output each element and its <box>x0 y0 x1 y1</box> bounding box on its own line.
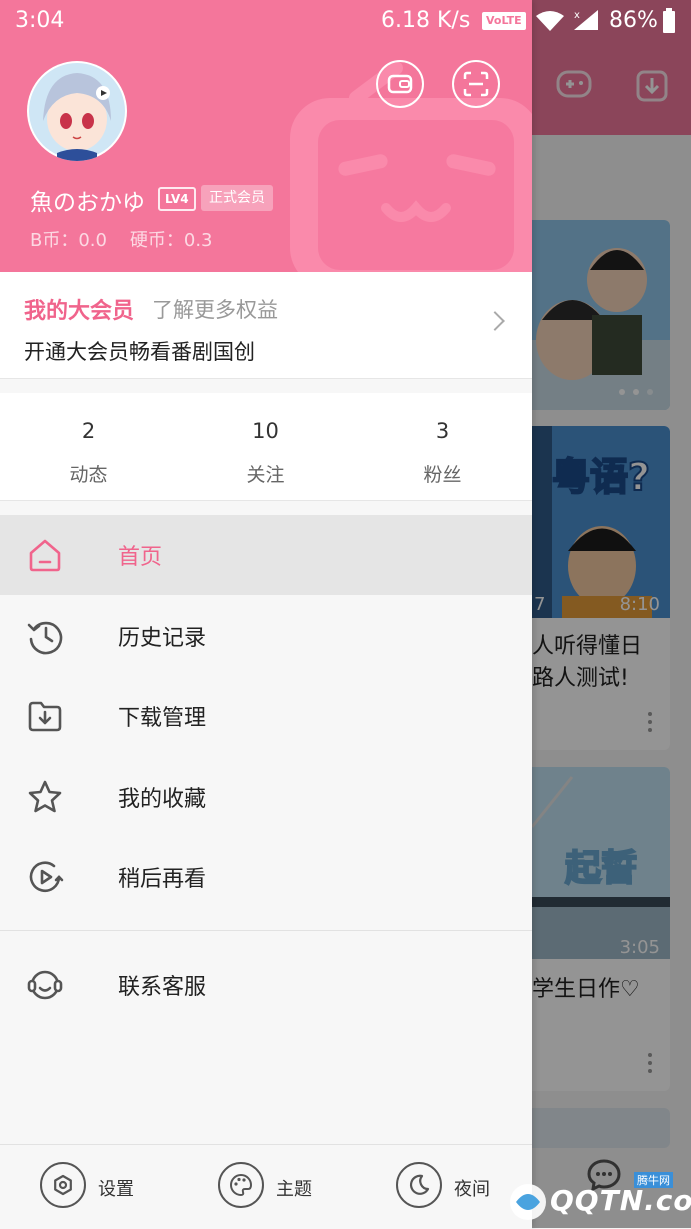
scan-icon <box>463 71 489 97</box>
theme-label: 主题 <box>276 1179 312 1200</box>
stat-count: 3 <box>435 419 450 443</box>
vip-banner[interactable]: 我的大会员 了解更多权益 开通大会员畅看番剧国创 <box>0 272 532 379</box>
drawer-scrim[interactable] <box>532 0 691 1228</box>
battery-icon <box>663 8 675 33</box>
watch-later-icon <box>29 861 64 893</box>
site-watermark: QQTN.com 腾牛网 <box>506 1172 691 1224</box>
menu-item-label: 联系客服 <box>118 975 207 1000</box>
vip-description: 开通大会员畅看番剧国创 <box>24 340 255 364</box>
svg-text:x: x <box>574 10 580 21</box>
vip-more-benefits: 了解更多权益 <box>152 298 278 322</box>
menu-item-watch-later[interactable]: 稍后再看 <box>0 837 532 917</box>
coin-balance: B币：0.0 硬币：0.3 <box>30 230 213 251</box>
avatar-image <box>29 63 125 161</box>
stat-count: 10 <box>252 419 279 443</box>
menu-item-history[interactable]: 历史记录 <box>0 596 532 676</box>
headset-icon <box>27 970 63 1000</box>
watermark-logo-icon <box>510 1184 546 1220</box>
status-time: 3:04 <box>15 8 65 33</box>
battery-level: 86% <box>609 8 658 33</box>
stat-count: 2 <box>81 419 96 443</box>
menu-item-downloads[interactable]: 下载管理 <box>0 676 532 756</box>
username[interactable]: 魚のおかゆ <box>30 183 145 217</box>
network-speed: 6.18 K/s <box>381 8 471 33</box>
chevron-right-icon <box>485 311 505 331</box>
watermark-tag: 腾牛网 <box>634 1172 673 1188</box>
member-badge: 正式会员 <box>201 185 273 211</box>
palette-icon <box>230 1173 253 1197</box>
history-icon <box>27 621 63 655</box>
menu-item-label: 稍后再看 <box>118 867 207 892</box>
signal-icon: x <box>574 10 598 30</box>
menu-item-label: 下载管理 <box>118 706 207 731</box>
menu-item-favorites[interactable]: 我的收藏 <box>0 757 532 837</box>
menu-item-customer-service[interactable]: 联系客服 <box>0 945 532 1025</box>
vip-title: 我的大会员 <box>24 299 135 324</box>
scan-button[interactable] <box>452 60 500 108</box>
wallet-icon <box>387 74 413 94</box>
navigation-drawer: 3:04 6.18 K/s VoLTE x 86% 魚のおかゆ LV4 正式会员… <box>0 0 675 1229</box>
user-stats: 2 动态 10 关注 3 粉丝 <box>0 393 532 501</box>
stat-label: 动态 <box>69 464 108 486</box>
volte-badge: VoLTE <box>482 12 526 30</box>
star-icon <box>28 780 62 813</box>
menu-divider <box>0 930 532 931</box>
night-mode-circle <box>396 1162 442 1208</box>
menu-item-home[interactable]: 首页 <box>0 515 532 595</box>
level-badge: LV4 <box>158 187 196 211</box>
settings-circle <box>40 1162 86 1208</box>
wifi-icon <box>536 11 564 31</box>
download-folder-icon <box>28 701 62 732</box>
stat-label: 关注 <box>246 464 285 486</box>
theme-circle <box>218 1162 264 1208</box>
gear-icon <box>54 1174 72 1196</box>
menu-item-label: 历史记录 <box>118 626 207 651</box>
moon-icon <box>410 1174 430 1195</box>
menu-item-label: 我的收藏 <box>118 787 207 812</box>
watermark-text: QQTN.com <box>550 1184 691 1217</box>
night-mode-label: 夜间 <box>454 1179 490 1200</box>
stat-label: 粉丝 <box>423 464 462 486</box>
settings-label: 设置 <box>98 1179 134 1200</box>
wallet-button[interactable] <box>376 60 424 108</box>
home-icon <box>29 539 61 572</box>
drawer-footer: 设置 主题 夜间 <box>0 1144 532 1229</box>
menu-item-label: 首页 <box>118 545 163 570</box>
avatar[interactable] <box>27 61 127 161</box>
